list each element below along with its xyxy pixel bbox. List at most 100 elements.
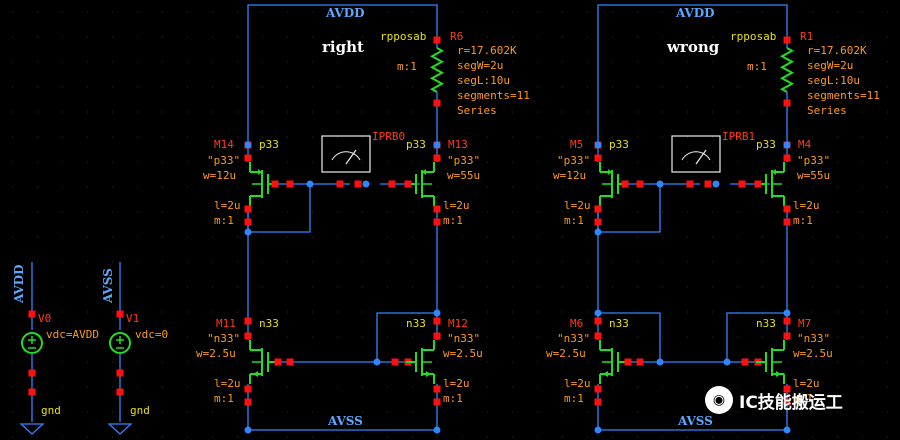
right-pl-model: p33: [609, 138, 629, 151]
pin-marker: [336, 180, 344, 188]
left-res-cell: rpposab: [380, 30, 427, 43]
left-res-segs: segments=11: [457, 89, 530, 102]
pin-marker: [433, 99, 441, 107]
junction-dot: [433, 309, 441, 317]
pin-marker: [388, 180, 396, 188]
left-pl-w: w=12u: [203, 169, 237, 182]
wrong-diode-connect: [598, 312, 661, 362]
ground-symbol: [19, 423, 45, 435]
v1-net-label: AVSS: [101, 268, 115, 303]
pin-marker: [28, 369, 36, 377]
pin-marker: [783, 154, 791, 162]
pin-marker: [783, 99, 791, 107]
ammeter-dial: [681, 151, 711, 161]
pin-marker: [354, 180, 362, 188]
pin-marker: [274, 358, 282, 366]
pin-marker: [244, 154, 252, 162]
right-res-name: R1: [800, 30, 814, 43]
left-pl-name: M14: [214, 138, 234, 151]
pin-marker: [594, 332, 602, 340]
pin-marker: [594, 398, 602, 406]
pin-marker: [783, 218, 791, 226]
v1-gnd: gnd: [130, 404, 150, 417]
pin-marker: [594, 218, 602, 226]
left-probe-name: IPRB0: [372, 130, 406, 143]
pin-marker: [636, 180, 644, 188]
left-title: right: [322, 38, 364, 56]
pin-marker: [621, 180, 629, 188]
junction-dot: [783, 309, 791, 317]
left-pl-q: "p33": [207, 154, 241, 167]
right-avdd-net-label: AVDD: [676, 6, 715, 20]
left-nl-l: l=2u: [214, 377, 241, 390]
right-res-m: m:1: [747, 60, 767, 73]
left-avdd-net-label: AVDD: [326, 6, 365, 20]
schematic-canvas: AVDD AVSS right rpposab R6 r=17.602K seg…: [0, 0, 900, 440]
left-avss-net-label: AVSS: [328, 414, 363, 428]
v0-net-label: AVDD: [12, 264, 26, 303]
left-pr-q: "p33": [447, 154, 481, 167]
left-res-r: r=17.602K: [457, 44, 517, 57]
pin-marker: [704, 180, 712, 188]
ammeter-probe-box: [671, 135, 721, 173]
right-pr-m: m:1: [793, 214, 813, 227]
right-avss-net-label: AVSS: [678, 414, 713, 428]
right-pl-q: "p33": [557, 154, 591, 167]
right-nr-model: n33: [756, 317, 776, 330]
pin-marker: [594, 317, 602, 325]
left-pr-name: M13: [448, 138, 468, 151]
pin-marker: [116, 388, 124, 396]
left-res-segw: segW=2u: [457, 59, 504, 72]
left-nr-model: n33: [406, 317, 426, 330]
left-nr-m: m:1: [443, 392, 463, 405]
pin-marker: [244, 317, 252, 325]
junction-dot: [656, 358, 664, 366]
left-pr-l: l=2u: [443, 199, 470, 212]
wechat-icon: ◉: [705, 386, 733, 414]
junction-dot: [433, 426, 441, 434]
pin-marker: [783, 317, 791, 325]
left-res-m: m:1: [397, 60, 417, 73]
left-pl-l: l=2u: [214, 199, 241, 212]
pin-marker: [433, 205, 441, 213]
right-probe-name: IPRB1: [722, 130, 756, 143]
mos-arrow: [603, 371, 608, 377]
v0-name: V0: [38, 312, 52, 325]
pin-marker: [738, 180, 746, 188]
junction-dot: [362, 180, 370, 188]
pin-marker: [244, 332, 252, 340]
pin-marker: [433, 332, 441, 340]
left-nl-model: n33: [259, 317, 279, 330]
v1-value: vdc=0: [135, 328, 169, 341]
left-nr-w: w=2.5u: [443, 347, 483, 360]
left-res-name: R6: [450, 30, 464, 43]
left-res-segl: segL:10u: [457, 74, 510, 87]
pin-marker: [783, 332, 791, 340]
right-nl-model: n33: [609, 317, 629, 330]
pin-marker: [594, 385, 602, 393]
right-res-cell: rpposab: [730, 30, 777, 43]
pin-marker: [594, 205, 602, 213]
left-pl-m: m:1: [214, 214, 234, 227]
pin-marker: [433, 36, 441, 44]
right-nr-q: "n33": [797, 332, 831, 345]
pin-marker: [391, 358, 399, 366]
v1-name: V1: [126, 312, 140, 325]
pin-marker: [741, 358, 749, 366]
junction-dot: [723, 358, 731, 366]
resistor-symbol: [779, 47, 795, 93]
junction-dot: [656, 180, 664, 188]
pin-marker: [244, 385, 252, 393]
right-nl-q: "n33": [557, 332, 591, 345]
left-nr-name: M12: [448, 317, 468, 330]
avdd-rail: [597, 4, 788, 153]
left-nl-q: "n33": [207, 332, 241, 345]
left-nl-name: M11: [216, 317, 236, 330]
mos-arrow: [426, 371, 431, 377]
pin-marker: [116, 310, 124, 318]
right-pl-l: l=2u: [564, 199, 591, 212]
left-nl-w: w=2.5u: [196, 347, 236, 360]
pin-marker: [754, 180, 762, 188]
ammeter-dial: [331, 151, 361, 161]
right-nl-name: M6: [570, 317, 584, 330]
